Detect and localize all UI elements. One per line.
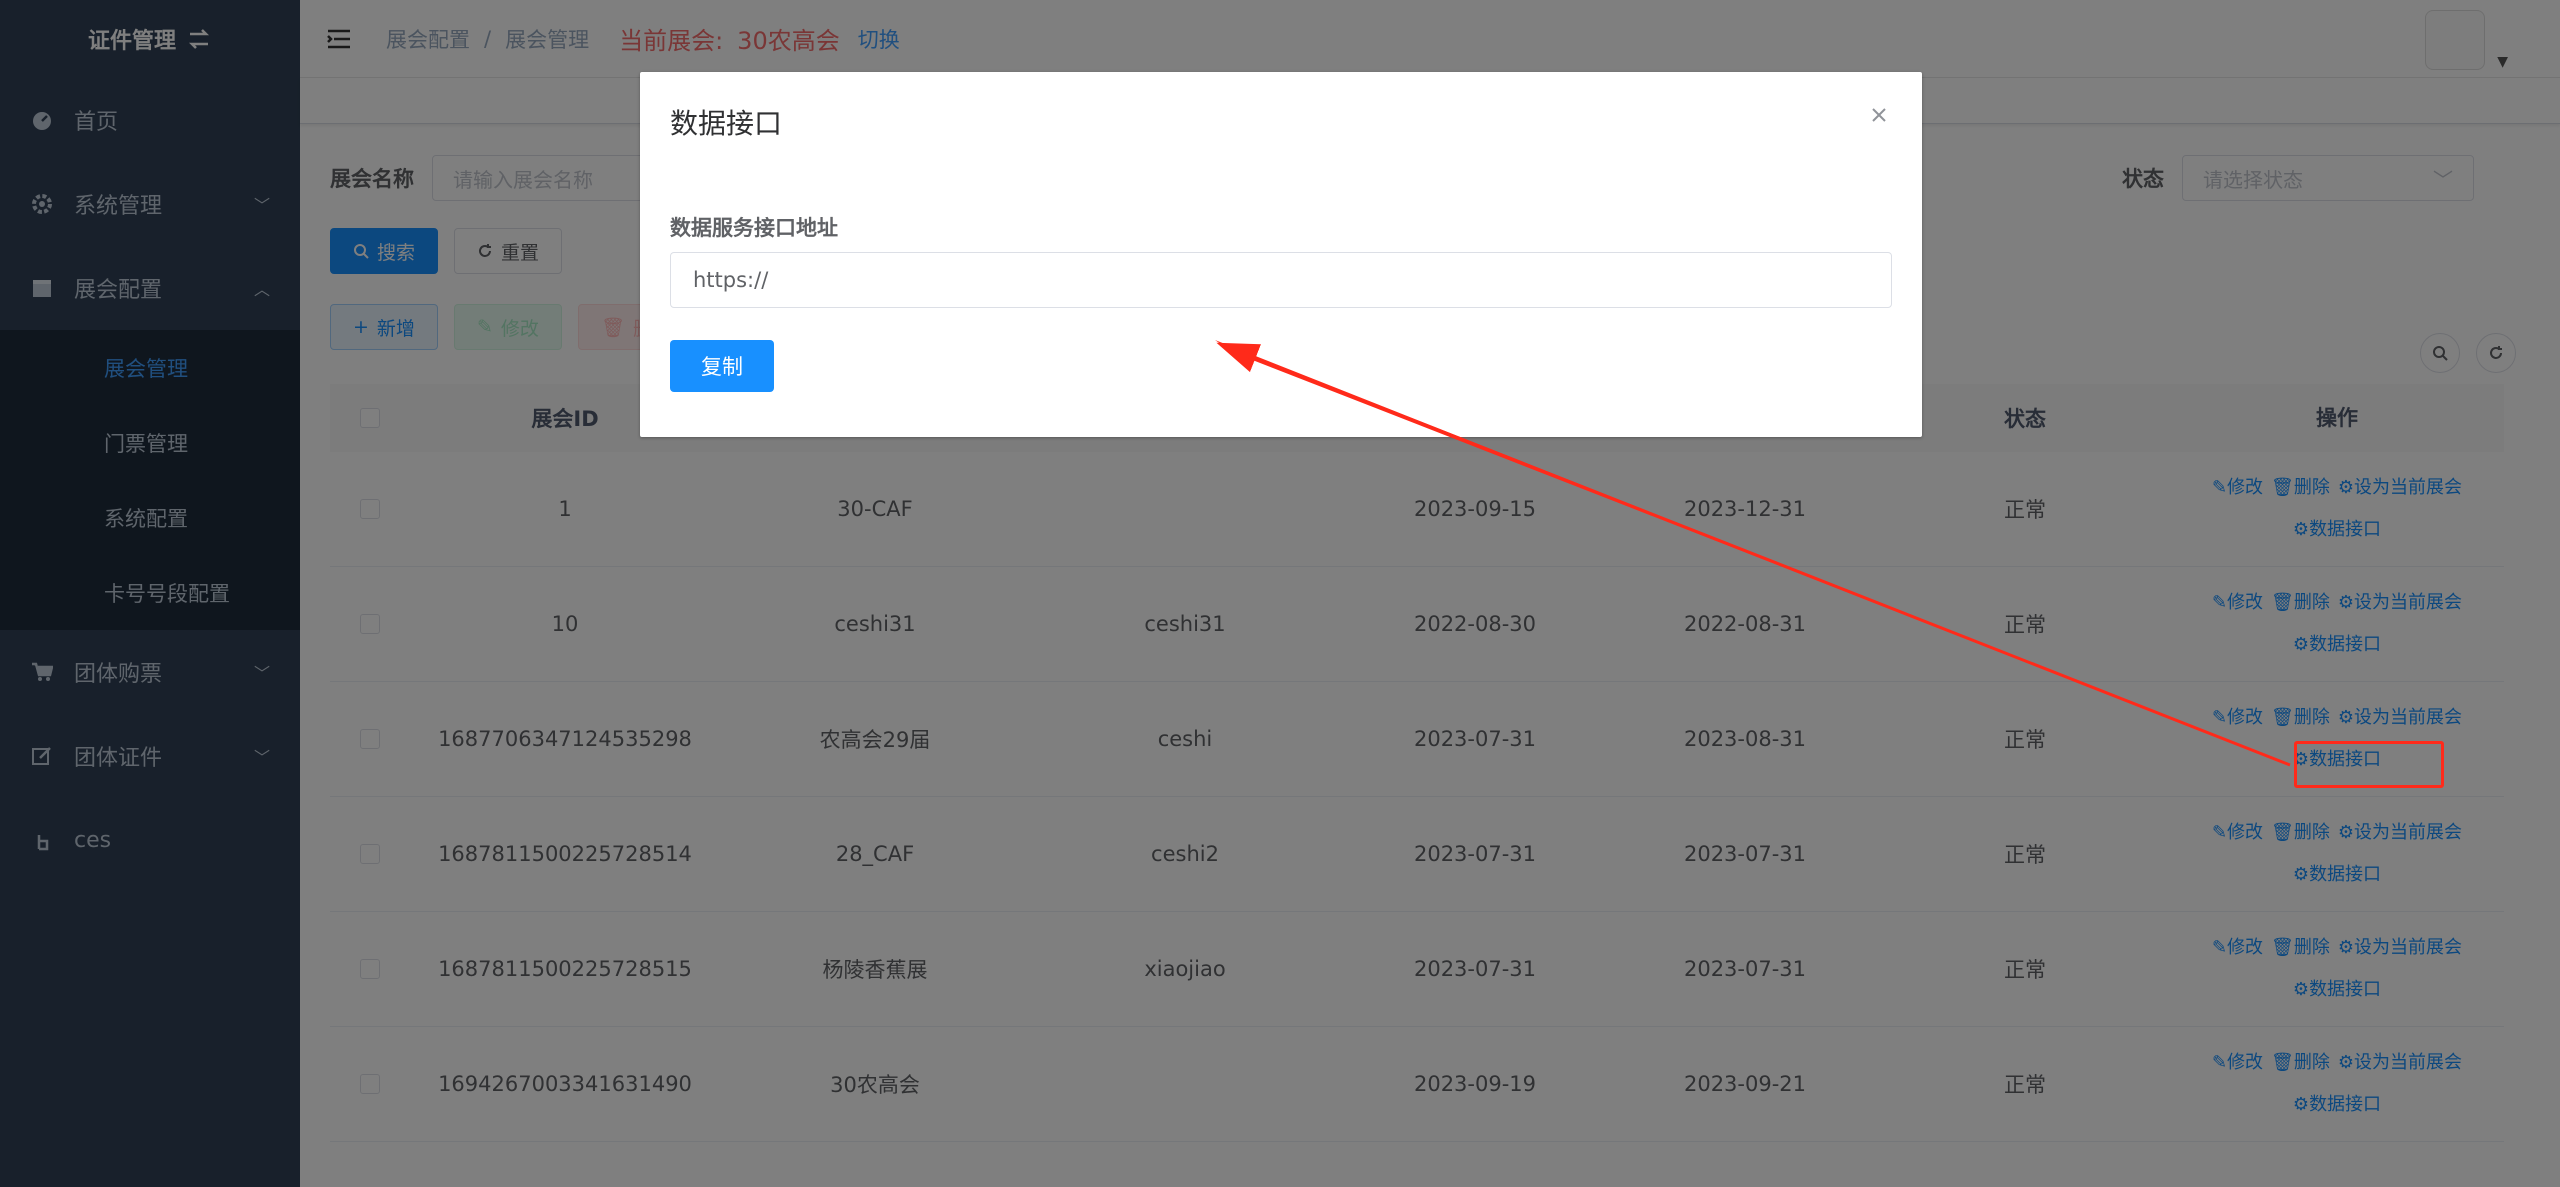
annotation-arrow	[1215, 340, 2291, 767]
